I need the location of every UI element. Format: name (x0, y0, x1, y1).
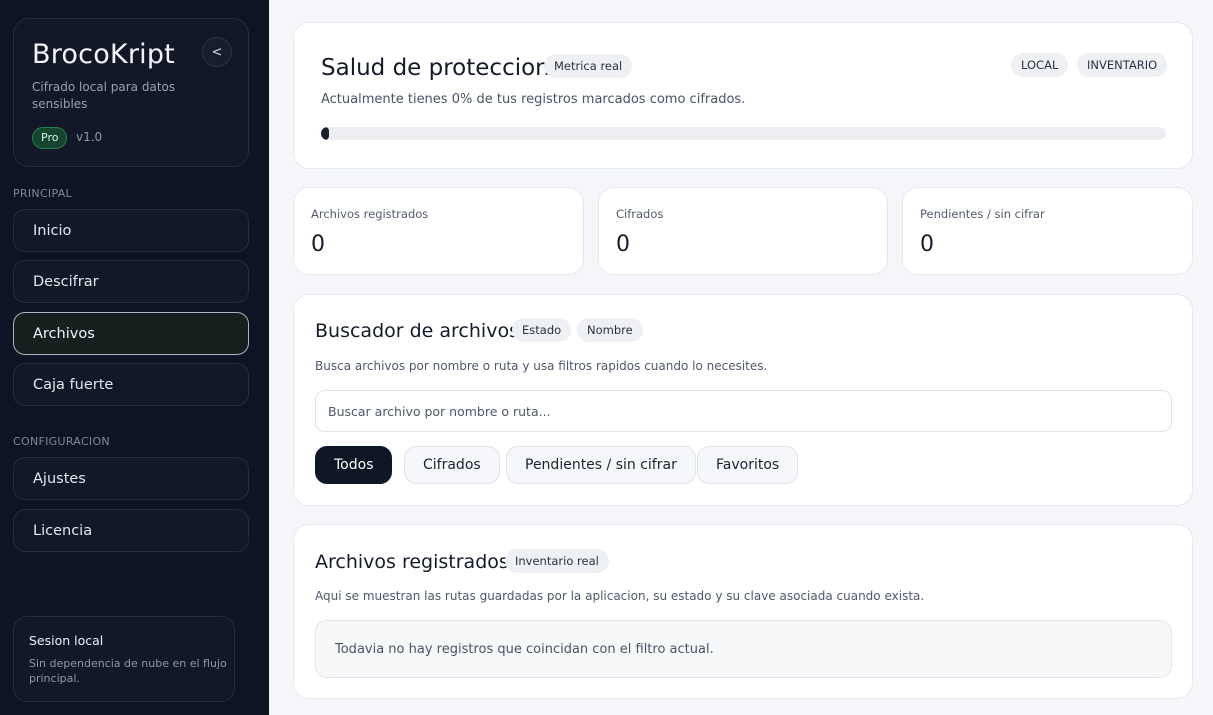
search-input[interactable] (315, 390, 1172, 432)
stat-label: Cifrados (616, 207, 664, 221)
app-title: BrocoKript (32, 39, 175, 70)
tag-local: LOCAL (1011, 53, 1069, 77)
nav-item-inicio[interactable]: Inicio (13, 209, 249, 252)
list-description: Aqui se muestran las rutas guardadas por… (315, 589, 925, 603)
sidebar: BrocoKript Cifrado local para datos sens… (0, 0, 269, 715)
brand-card: BrocoKript Cifrado local para datos sens… (13, 18, 249, 167)
nav-item-label: Ajustes (33, 470, 86, 487)
empty-state: Todavia no hay registros que coincidan c… (315, 620, 1172, 678)
collapse-sidebar-button[interactable]: < (202, 37, 232, 67)
stat-card-cifrados: Cifrados 0 (598, 187, 888, 275)
estado-badge: Estado (512, 318, 572, 342)
registered-files-card: Archivos registrados Inventario real Aqu… (293, 524, 1193, 699)
filter-cifrados-button[interactable]: Cifrados (404, 446, 500, 484)
nav-item-licencia[interactable]: Licencia (13, 509, 249, 552)
nombre-badge: Nombre (577, 318, 643, 342)
chevron-left-icon: < (211, 44, 223, 60)
app-subtitle: Cifrado local para datos sensibles (32, 80, 176, 111)
version-label: v1.0 (76, 130, 103, 144)
search-title: Buscador de archivos (315, 320, 519, 342)
search-description: Busca archivos por nombre o ruta y usa f… (315, 359, 768, 373)
nav-item-label: Licencia (33, 522, 93, 539)
nav-item-caja-fuerte[interactable]: Caja fuerte (13, 363, 249, 406)
stat-label: Pendientes / sin cifrar (920, 207, 1045, 221)
metric-badge: Metrica real (544, 54, 633, 78)
protection-health-card: Salud de proteccion Metrica real LOCAL I… (293, 22, 1193, 169)
nav-item-label: Archivos (33, 325, 95, 342)
session-title: Sesion local (29, 633, 104, 648)
plan-badge: Pro (32, 127, 68, 149)
stat-value: 0 (920, 232, 934, 257)
filter-pendientes-button[interactable]: Pendientes / sin cifrar (506, 446, 696, 484)
protection-progress-bar (321, 127, 1166, 140)
health-title: Salud de proteccion (321, 55, 550, 81)
tag-inventario: INVENTARIO (1077, 53, 1168, 77)
filter-todos-button[interactable]: Todos (315, 446, 393, 484)
nav-item-label: Inicio (33, 222, 72, 239)
nav-item-ajustes[interactable]: Ajustes (13, 457, 249, 500)
section-label-configuracion: CONFIGURACION (13, 435, 110, 448)
health-description: Actualmente tienes 0% de tus registros m… (321, 92, 746, 107)
filter-favoritos-button[interactable]: Favoritos (697, 446, 799, 484)
list-title: Archivos registrados (315, 551, 509, 573)
stat-value: 0 (616, 232, 630, 257)
file-search-card: Buscador de archivos Estado Nombre Busca… (293, 294, 1193, 506)
progress-fill (321, 127, 329, 140)
stat-card-registrados: Archivos registrados 0 (293, 187, 584, 275)
nav-item-descifrar[interactable]: Descifrar (13, 260, 249, 303)
stat-card-pendientes: Pendientes / sin cifrar 0 (902, 187, 1193, 275)
nav-item-label: Caja fuerte (33, 376, 114, 393)
session-text: Sin dependencia de nube en el flujo prin… (29, 657, 227, 685)
section-label-principal: PRINCIPAL (13, 187, 72, 200)
inventory-badge: Inventario real (505, 549, 609, 573)
session-card: Sesion local Sin dependencia de nube en … (13, 616, 235, 702)
stat-value: 0 (311, 232, 325, 257)
stat-label: Archivos registrados (311, 207, 429, 221)
nav-item-label: Descifrar (33, 273, 99, 290)
nav-item-archivos[interactable]: Archivos (13, 312, 249, 355)
